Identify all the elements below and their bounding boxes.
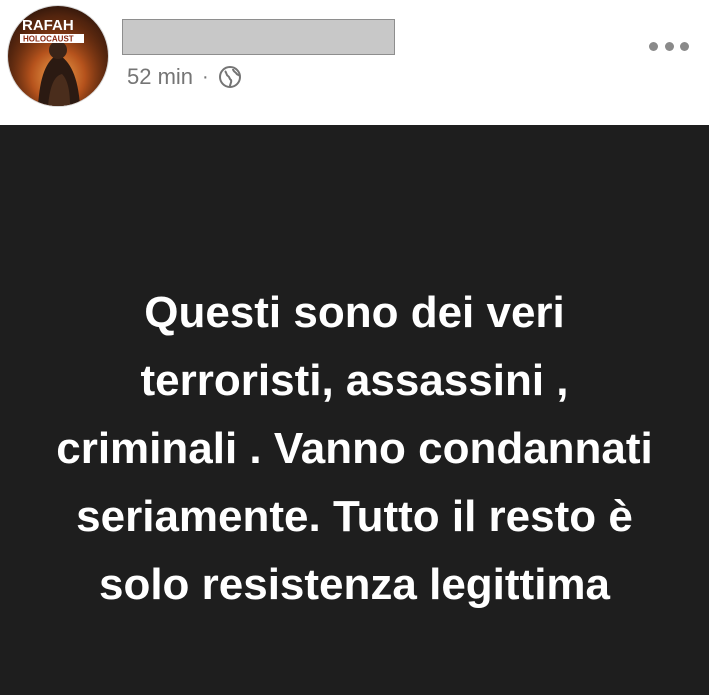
avatar-title: RAFAH: [22, 17, 74, 34]
more-options-dot: [680, 41, 689, 51]
post-text-line: seriamente. Tutto il resto è: [76, 492, 633, 541]
avatar-image: RAFAH HOLOCAUST: [8, 6, 108, 106]
post-header: RAFAH HOLOCAUST 52 min ·: [0, 0, 709, 125]
post-text: Questi sono dei veri terroristi, assassi…: [0, 279, 709, 619]
more-options-dot: [664, 41, 674, 51]
avatar-subtitle: HOLOCAUST: [23, 35, 74, 44]
post-text-line: Questi sono dei veri: [144, 288, 565, 337]
more-options-icon: [649, 41, 658, 51]
post-text-line: criminali . Vanno condannati: [56, 424, 653, 473]
more-options-button[interactable]: [649, 36, 689, 56]
avatar[interactable]: RAFAH HOLOCAUST: [8, 6, 108, 106]
meta-separator: ·: [202, 65, 209, 88]
post-text-line: terroristi, assassini ,: [140, 356, 569, 405]
post-card: RAFAH HOLOCAUST 52 min · Questi sono dei…: [0, 0, 709, 695]
post-text-line: solo resistenza legittima: [98, 560, 611, 609]
timestamp[interactable]: 52 min: [127, 64, 193, 90]
post-body: Questi sono dei veri terroristi, assassi…: [0, 125, 709, 695]
post-meta: 52 min ·: [127, 62, 242, 92]
author-name-redacted[interactable]: [122, 19, 395, 55]
globe-icon[interactable]: [218, 65, 242, 89]
